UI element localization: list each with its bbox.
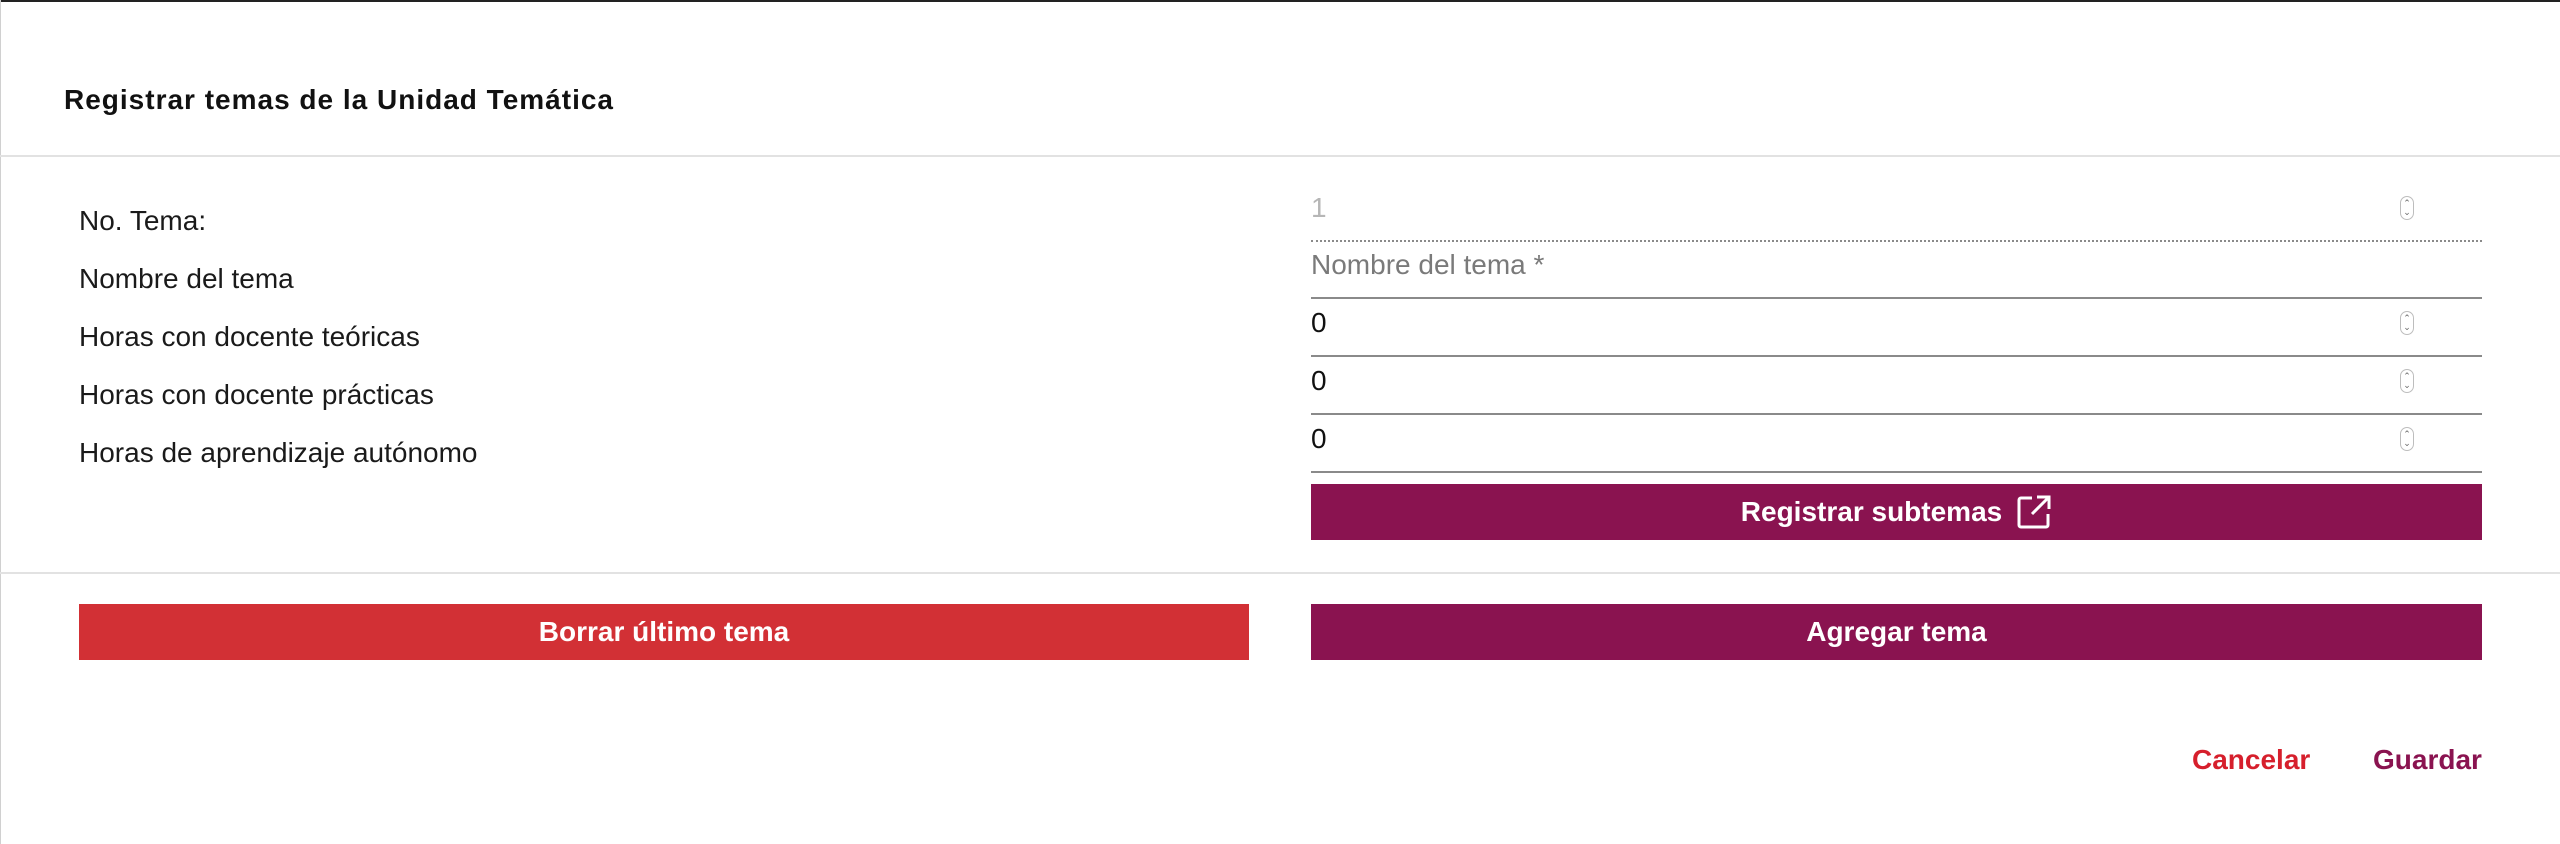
practice-hours-label: Horas con docente prácticas <box>79 379 434 410</box>
delete-last-topic-button[interactable]: Borrar último tema <box>79 604 1249 660</box>
dialog-title: Registrar temas de la Unidad Temática <box>64 84 614 115</box>
register-subtopics-label: Registrar subtemas <box>1740 496 2003 527</box>
topic-number-field: 1 ⌃ ⌄ <box>1311 186 2482 242</box>
delete-last-topic-label: Borrar último tema <box>538 616 790 647</box>
autonomous-hours-field[interactable]: 0 ⌃ ⌄ <box>1311 417 2482 473</box>
topic-number-label: No. Tema: <box>79 205 207 236</box>
autonomous-hours-label: Horas de aprendizaje autónomo <box>79 437 478 468</box>
autonomous-hours-value[interactable]: 0 <box>1311 423 1327 455</box>
number-spinner-icon: ⌃ ⌄ <box>2400 196 2414 220</box>
window-top-border <box>0 0 2560 2</box>
save-button[interactable]: Guardar <box>2373 744 2482 776</box>
topic-name-label: Nombre del tema <box>79 263 294 294</box>
topic-number-value: 1 <box>1311 192 1327 223</box>
field-underline <box>1311 240 2482 242</box>
theory-hours-field[interactable]: 0 ⌃ ⌄ <box>1311 301 2482 357</box>
field-underline <box>1311 297 2482 299</box>
cancel-button[interactable]: Cancelar <box>2192 744 2310 776</box>
number-spinner-icon[interactable]: ⌃ ⌄ <box>2400 427 2414 451</box>
practice-hours-value[interactable]: 0 <box>1311 365 1327 397</box>
topic-name-placeholder[interactable]: Nombre del tema * <box>1311 249 1544 281</box>
window-left-border <box>0 0 1 844</box>
field-underline <box>1311 471 2482 473</box>
field-underline <box>1311 413 2482 415</box>
open-in-new-icon <box>2017 495 2051 529</box>
number-spinner-icon[interactable]: ⌃ ⌄ <box>2400 311 2414 335</box>
add-topic-label: Agregar tema <box>1806 616 1987 647</box>
section-divider <box>0 572 2560 574</box>
practice-hours-field[interactable]: 0 ⌃ ⌄ <box>1311 359 2482 415</box>
register-subtopics-button[interactable]: Registrar subtemas <box>1311 484 2482 540</box>
field-underline <box>1311 355 2482 357</box>
theory-hours-label: Horas con docente teóricas <box>79 321 420 352</box>
topic-name-field[interactable]: Nombre del tema * <box>1311 243 2482 299</box>
theory-hours-value[interactable]: 0 <box>1311 307 1327 339</box>
header-divider <box>0 155 2560 157</box>
number-spinner-icon[interactable]: ⌃ ⌄ <box>2400 369 2414 393</box>
add-topic-button[interactable]: Agregar tema <box>1311 604 2482 660</box>
